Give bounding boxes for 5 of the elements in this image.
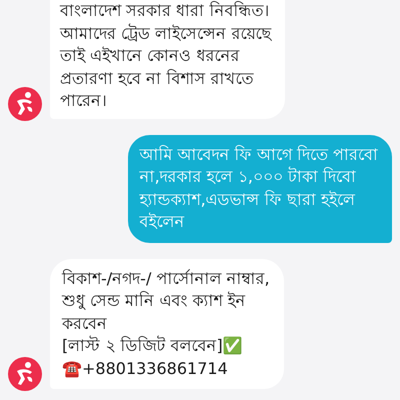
message-text: আমি আবেদন ফি আগে দিতে পারবো না,দরকার হলে ১,০০০ টাকা দিবো হ্যান্ডক্যাশ,এডভান্স ফি ছারা হইলে বইলেন [140, 144, 378, 233]
avatar-icon [8, 357, 42, 391]
message-text: বিকাশ-/নগদ-/ পার্সোনাল নাম্বার, শুধু সেন্ড মানি এবং ক্যাশ ইন করবেন [লাস্ট ২ ডিজিট বলবেন]✅ ☎+8801336861714 [62, 268, 270, 380]
message-text: বাংলাদেশ সরকার ধারা নিবন্ধিত। আমাদের ট্রেড লাইসেন্সেন রয়েছে তাই এইখানে কোনও ধরনের প্রতারণা হবে না বিশাস রাখতে পারেন। [60, 0, 272, 112]
avatar-icon [8, 86, 42, 120]
